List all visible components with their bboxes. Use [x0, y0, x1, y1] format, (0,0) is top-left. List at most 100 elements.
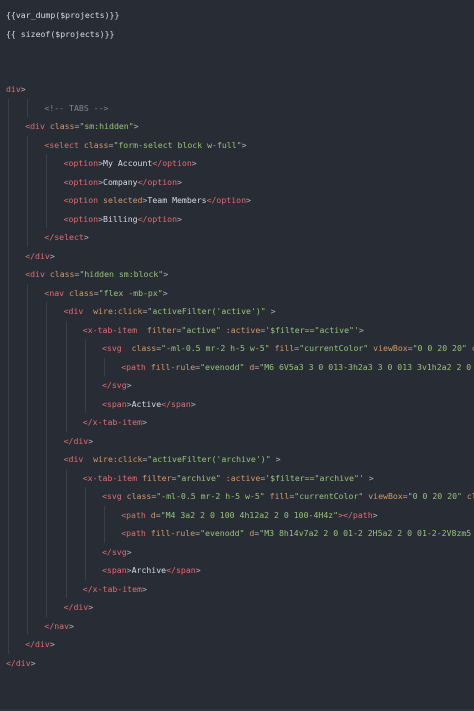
code-token: >	[265, 306, 276, 316]
code-line-text: </div>	[25, 635, 55, 654]
code-token: >	[177, 213, 182, 224]
code-token: >	[69, 620, 74, 631]
indent-guide	[46, 450, 48, 469]
code-line[interactable]: <span>Archive</span>	[0, 561, 474, 580]
indent-guide	[65, 376, 67, 395]
code-line[interactable]: <!-- TABS -->	[0, 98, 474, 118]
code-token: class	[131, 343, 157, 353]
indent-guide	[104, 505, 105, 524]
code-token: </div	[6, 657, 31, 668]
code-line[interactable]	[0, 43, 474, 62]
code-line[interactable]: <x-tab-item filter="archive" :active='$f…	[0, 468, 474, 487]
code-token: {{ sizeof($projects)}}	[6, 28, 115, 39]
indent-guide	[46, 598, 48, 617]
code-line[interactable]: <div class="sm:hidden">	[0, 117, 474, 136]
code-token: <div	[25, 121, 45, 131]
code-line[interactable]	[0, 691, 474, 710]
code-line[interactable]: <select class="form-select block w-full"…	[0, 135, 474, 154]
code-line-text: </nav>	[44, 617, 74, 636]
code-token: <div	[63, 454, 84, 464]
code-line-text: <option>My Account</option>	[64, 154, 197, 173]
code-line-text: <x-tab-item filter="active" :active='$fi…	[83, 321, 364, 340]
code-line[interactable]: <div wire:click="activeFilter('archive')…	[0, 450, 474, 469]
code-line[interactable]: <div class="hidden sm:block">	[0, 265, 474, 284]
code-token: >	[177, 176, 182, 187]
code-line[interactable]: <nav class="flex -mb-px">	[0, 283, 474, 302]
code-token: Company	[103, 176, 138, 187]
indent-guide	[27, 542, 29, 561]
indent-guide	[46, 154, 48, 173]
code-line[interactable]: </x-tab-item>	[0, 579, 474, 598]
indent-guide	[65, 487, 67, 506]
code-token: "-ml-0.5 mr-2 h-5 w-5"	[161, 343, 270, 353]
code-token: "hidden sm:block"	[79, 269, 164, 279]
code-line[interactable]: <option>Billing</option>	[0, 209, 474, 229]
code-line[interactable]: </div>	[0, 635, 474, 654]
code-line[interactable]: </x-tab-item>	[0, 413, 474, 432]
code-line-text: <path fill-rule="evenodd" d="M3 8h14v7a2…	[121, 524, 474, 543]
code-line[interactable]: <x-tab-item filter="active" :active='$fi…	[0, 320, 474, 340]
code-token: </span	[166, 565, 196, 575]
indent-guide	[46, 376, 48, 395]
code-line[interactable]: </div>	[0, 431, 474, 450]
indent-guide	[84, 524, 86, 543]
code-line[interactable]: </svg>	[0, 376, 474, 395]
code-line[interactable]: <option selected>Team Members</option>	[0, 191, 474, 210]
code-line[interactable]: </nav>	[0, 616, 474, 636]
code-token: Archive	[131, 565, 167, 575]
code-line[interactable]: <svg class="-ml-0.5 mr-2 h-5 w-5" fill="…	[0, 339, 474, 358]
code-token: class	[49, 121, 75, 131]
code-line[interactable]: {{var_dump($projects)}}	[0, 6, 474, 25]
indent-guide	[8, 246, 9, 265]
indent-guide	[8, 598, 9, 617]
code-line[interactable]: <path fill-rule="evenodd" d="M3 8h14v7a2…	[0, 524, 474, 543]
code-line[interactable]: <svg class="-ml-0.5 mr-2 h-5 w-5" fill="…	[0, 487, 474, 506]
code-line[interactable]: <option>Company</option>	[0, 172, 474, 191]
code-editor[interactable]: {{var_dump($projects)}} {{ sizeof($projec…	[0, 0, 474, 711]
code-line[interactable]: </div>	[0, 598, 474, 617]
code-token: <option	[63, 213, 99, 224]
code-token: div	[6, 84, 21, 94]
code-line[interactable]: <span>Active</span>	[0, 394, 474, 414]
code-line[interactable]: </select>	[0, 228, 474, 247]
code-line-text: <svg class="-ml-0.5 mr-2 h-5 w-5" fill="…	[102, 487, 474, 506]
indent-guide	[8, 228, 9, 247]
code-token: >	[372, 509, 378, 520]
indent-guide	[46, 302, 48, 321]
code-line[interactable]: <path fill-rule="evenodd" d="M6 6V5a3 3 …	[0, 357, 474, 376]
code-token: Active	[131, 398, 162, 409]
code-token: "flex -mb-px"	[98, 287, 163, 298]
code-line[interactable]	[0, 672, 474, 691]
code-token: >	[190, 398, 196, 409]
code-line[interactable]: div>	[0, 80, 474, 99]
code-line[interactable]: </div>	[0, 246, 474, 265]
indent-guide	[8, 524, 9, 543]
code-token: fill-rule	[150, 361, 196, 372]
indent-guide	[8, 154, 9, 173]
code-line-text: <!-- TABS -->	[44, 99, 108, 118]
code-line-text: <span>Active</span>	[102, 395, 196, 414]
code-line[interactable]: </div>	[0, 654, 474, 673]
indent-guide	[65, 339, 67, 358]
indent-guide	[27, 376, 29, 395]
indent-guide	[8, 357, 9, 376]
code-line-text: <option>Billing</option>	[64, 210, 182, 229]
code-token: </div	[63, 602, 89, 612]
code-token: class	[83, 139, 109, 150]
code-token: </div	[25, 250, 50, 261]
code-token: class	[466, 491, 474, 501]
code-line[interactable]: </svg>	[0, 542, 474, 561]
code-token: >	[246, 195, 251, 205]
indent-guide	[65, 505, 67, 524]
code-line[interactable]: <option>My Account</option>	[0, 154, 474, 173]
code-line[interactable]: <path d="M4 3a2 2 0 100 4h12a2 2 0 100-4…	[0, 505, 474, 524]
indent-guide	[8, 394, 9, 413]
code-line[interactable]	[0, 62, 474, 81]
indent-guide	[8, 487, 9, 506]
indent-guide	[65, 542, 67, 561]
code-line[interactable]: {{ sizeof($projects)}}	[0, 25, 474, 44]
indent-guide	[27, 468, 29, 487]
code-token: filter	[141, 472, 172, 483]
code-line[interactable]: <div wire:click="activeFilter('active')"…	[0, 302, 474, 321]
